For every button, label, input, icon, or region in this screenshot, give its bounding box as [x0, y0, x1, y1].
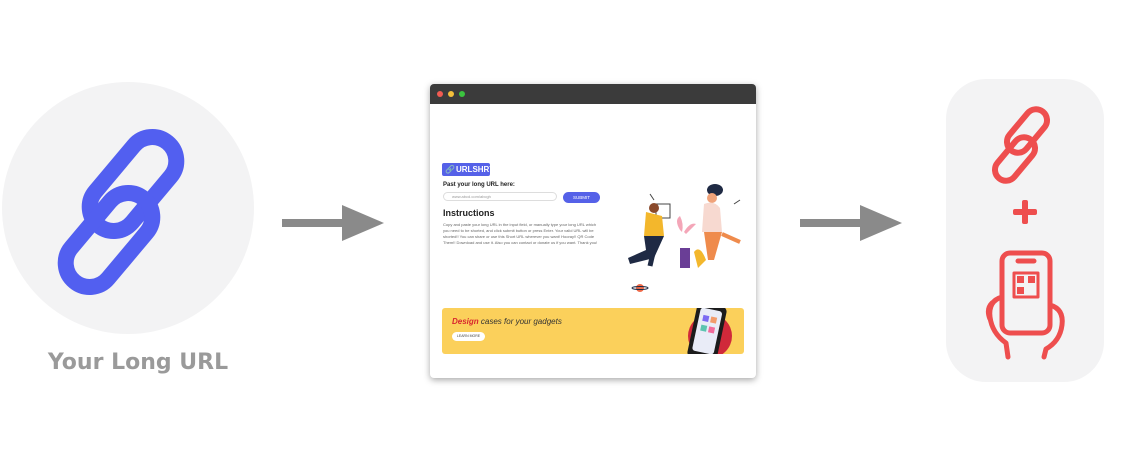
- right-arrow-icon: [800, 205, 902, 241]
- banner-highlight: Design: [452, 317, 479, 326]
- url-input-placeholder: www.abcd.com/abcgh: [452, 194, 491, 199]
- learn-more-button[interactable]: LEARN MORE: [452, 332, 485, 341]
- hand-holding-phone-qr-icon: [985, 250, 1065, 360]
- right-arrow-icon: [282, 205, 384, 241]
- link-icon: 🔗: [445, 165, 455, 174]
- long-url-caption: Your Long URL: [47, 350, 229, 375]
- short-url-qr-panel: [946, 79, 1104, 382]
- chain-link-icon: [992, 106, 1050, 184]
- design-cases-banner[interactable]: Design cases for your gadgets LEARN MORE: [442, 308, 744, 354]
- banner-title-rest: cases for your gadgets: [478, 317, 562, 326]
- chain-link-icon: [57, 129, 185, 295]
- banner-title: Design cases for your gadgets: [452, 317, 562, 326]
- paste-label: Past your long URL here:: [443, 182, 515, 188]
- instructions-text: Copy and paste your long URL in the inpu…: [443, 222, 598, 245]
- instructions-title: Instructions: [443, 208, 495, 218]
- submit-button[interactable]: SUBMIT: [563, 192, 600, 203]
- url-input[interactable]: www.abcd.com/abcgh: [443, 192, 557, 201]
- minimize-dot-icon[interactable]: [448, 91, 454, 97]
- logo-text: URLSHRT: [456, 165, 495, 174]
- browser-window: 🔗 URLSHRT Past your long URL here: www.a…: [430, 84, 756, 378]
- browser-titlebar: [430, 84, 756, 104]
- long-url-panel: [2, 82, 254, 334]
- close-dot-icon[interactable]: [437, 91, 443, 97]
- urlshrt-logo: 🔗 URLSHRT: [442, 163, 494, 176]
- people-illustration: [628, 184, 741, 292]
- plus-icon: [1000, 197, 1050, 227]
- maximize-dot-icon[interactable]: [459, 91, 465, 97]
- phone-cases-image: [687, 308, 732, 354]
